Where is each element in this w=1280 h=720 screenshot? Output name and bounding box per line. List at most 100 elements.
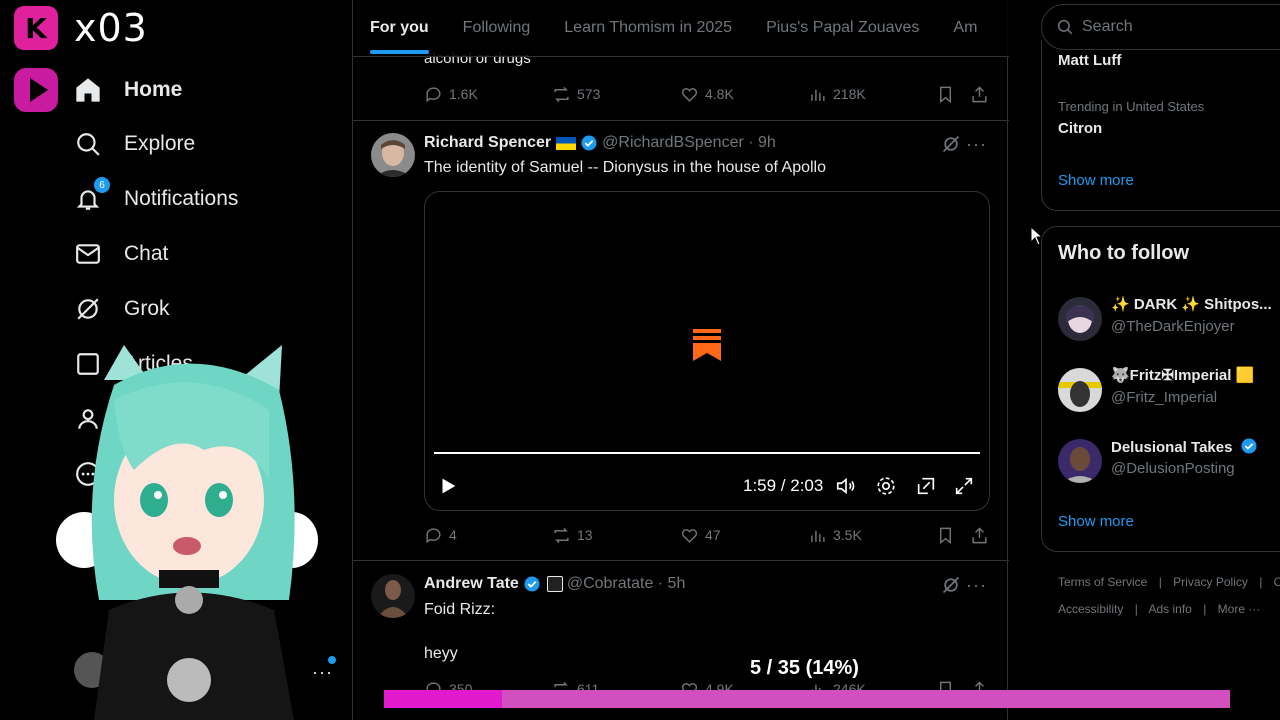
mouse-cursor-icon	[1030, 226, 1044, 246]
follow-handle: @TheDarkEnjoyer	[1111, 318, 1235, 335]
follow-suggestion[interactable]: 🐺Fritz✠Imperial 🟨 @Fritz_Imperial	[1058, 366, 1280, 416]
like-button[interactable]: 4.8K	[680, 85, 734, 104]
nav-notifications-label: Notifications	[124, 187, 239, 210]
k-logo-letter: K	[25, 11, 47, 45]
nav-grok-label: Grok	[124, 297, 170, 320]
follow-show-more-link[interactable]: Show more	[1058, 513, 1134, 530]
follow-suggestion[interactable]: ✨ DARK ✨ Shitpos... @TheDarkEnjoyer	[1058, 295, 1280, 345]
home-icon	[74, 76, 102, 104]
views-icon	[811, 530, 825, 542]
nav-explore[interactable]: Explore	[74, 124, 195, 164]
tab-learn-thomism[interactable]: Learn Thomism in 2025	[547, 0, 749, 56]
tweet-avatar[interactable]	[371, 133, 415, 177]
video-controls: 1:59 / 2:03	[425, 472, 989, 502]
footer-more-link[interactable]: More ···	[1218, 602, 1261, 616]
reply-icon	[426, 527, 441, 543]
reply-icon	[426, 86, 441, 102]
footer-cookie-link[interactable]: C	[1274, 575, 1280, 589]
settings-gear-icon[interactable]	[875, 475, 897, 502]
repost-count: 573	[577, 86, 601, 102]
video-player[interactable]: 1:59 / 2:03	[424, 191, 990, 511]
repost-icon	[554, 527, 569, 543]
more-options-icon[interactable]: ···	[966, 134, 987, 155]
stream-progress-fill	[384, 690, 503, 708]
repost-count: 13	[577, 527, 593, 543]
grok-explain-icon[interactable]	[941, 575, 961, 600]
divider	[353, 120, 1009, 121]
author-handle[interactable]: @Cobratate · 5h	[567, 575, 686, 593]
repost-button[interactable]: 573	[552, 85, 600, 104]
timeline: alcohol or drugs 1.6K 573 4.8K 218K Rich…	[352, 0, 1009, 720]
footer-terms-link[interactable]: Terms of Service	[1058, 575, 1147, 589]
reply-button[interactable]: 1.6K	[424, 85, 478, 104]
play-logo-icon	[14, 68, 58, 112]
author-name[interactable]: Richard Spencer	[424, 134, 551, 152]
bookmark-button[interactable]	[936, 85, 955, 104]
nav-explore-label: Explore	[124, 132, 196, 155]
volume-icon[interactable]	[835, 475, 857, 502]
grok-icon	[74, 295, 102, 323]
author-handle[interactable]: @RichardBSpencer · 9h	[602, 134, 776, 152]
tweet-text: The identity of Samuel -- Dionysus in th…	[424, 159, 826, 176]
footer-accessibility-link[interactable]: Accessibility	[1058, 602, 1123, 616]
views-button[interactable]: 3.5K	[808, 526, 862, 545]
tab-more-lists[interactable]: Am	[936, 0, 994, 56]
like-button[interactable]: 47	[680, 526, 721, 545]
trend-item[interactable]: Matt Luff	[1058, 52, 1121, 69]
nav-home[interactable]: Home	[74, 70, 182, 110]
video-progress-bar[interactable]	[434, 452, 980, 454]
score-counter: x03	[74, 6, 148, 50]
trends-show-more-link[interactable]: Show more	[1058, 172, 1134, 189]
bell-icon: 6	[74, 177, 110, 213]
reply-button[interactable]: 4	[424, 526, 457, 545]
mail-icon	[74, 240, 102, 268]
more-options-icon[interactable]: ···	[966, 575, 987, 596]
views-button[interactable]: 218K	[808, 85, 866, 104]
fullscreen-icon[interactable]	[953, 475, 975, 502]
follow-handle: @DelusionPosting	[1111, 460, 1235, 477]
tweet-header: Richard Spencer @RichardBSpencer · 9h	[424, 134, 776, 152]
timeline-tabs: For you Following Learn Thomism in 2025 …	[353, 0, 1009, 57]
repost-button[interactable]: 13	[552, 526, 593, 545]
follow-handle: @Fritz_Imperial	[1111, 389, 1218, 406]
play-icon[interactable]	[437, 475, 459, 502]
trend-meta: Trending in United States	[1058, 99, 1205, 114]
left-sidebar: K x03 Home Explore 6 Notifications Chat …	[0, 0, 352, 720]
footer-privacy-link[interactable]: Privacy Policy	[1173, 575, 1248, 589]
right-sidebar: Search Matt Luff Trending in United Stat…	[1008, 0, 1280, 720]
trend-item[interactable]: Citron	[1058, 120, 1102, 137]
follow-suggestion[interactable]: Delusional Takes @DelusionPosting	[1058, 437, 1280, 487]
picture-in-picture-icon[interactable]	[915, 475, 937, 502]
ukraine-flag-icon	[556, 136, 577, 150]
heart-icon	[681, 528, 698, 543]
nav-notifications[interactable]: 6 Notifications	[74, 177, 239, 219]
avatar	[1058, 439, 1102, 483]
search-icon	[74, 130, 102, 158]
share-button[interactable]	[970, 85, 989, 104]
search-icon	[1057, 19, 1073, 35]
bookmark-button[interactable]	[936, 526, 955, 545]
tweet-text: heyy	[424, 645, 458, 662]
verified-badge-icon	[581, 135, 597, 151]
footer-ads-link[interactable]: Ads info	[1149, 602, 1192, 616]
video-time: 1:59 / 2:03	[743, 476, 824, 495]
tab-papal-zouaves[interactable]: Pius's Papal Zouaves	[749, 0, 936, 56]
author-name[interactable]: Andrew Tate	[424, 575, 519, 593]
tab-following[interactable]: Following	[446, 0, 548, 56]
nav-chat[interactable]: Chat	[74, 234, 168, 274]
tweet-text: Foid Rizz:	[424, 601, 496, 618]
tweet-avatar[interactable]	[371, 574, 415, 618]
bookmark-icon	[940, 86, 951, 103]
share-icon	[972, 85, 987, 102]
share-button[interactable]	[970, 526, 989, 545]
avatar	[1058, 297, 1102, 341]
tweet1-actions: 4 13 47 3.5K	[424, 523, 994, 547]
tab-for-you[interactable]: For you	[353, 0, 446, 56]
follow-name: 🐺Fritz✠Imperial 🟨	[1111, 367, 1255, 384]
grok-explain-icon[interactable]	[941, 134, 961, 159]
nav-grok[interactable]: Grok	[74, 289, 170, 329]
bookmark-icon	[940, 527, 951, 544]
reply-count: 1.6K	[449, 86, 478, 102]
notification-badge: 6	[94, 177, 110, 193]
view-count: 218K	[833, 86, 866, 102]
